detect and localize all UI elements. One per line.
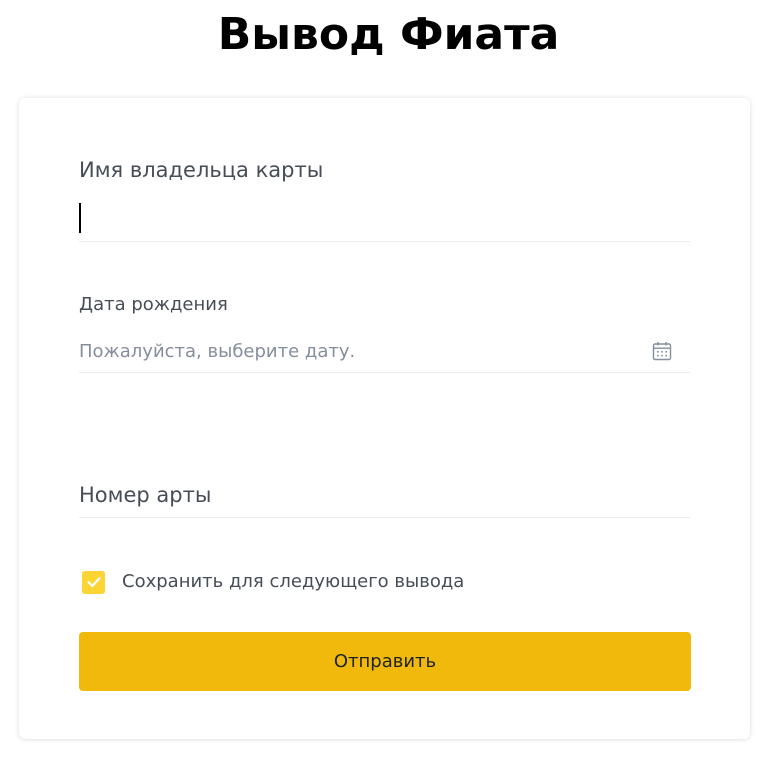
birth-date-field[interactable]: Дата рождения Пожалуйста, выберите дату.	[79, 292, 690, 374]
calendar-icon[interactable]	[652, 341, 672, 361]
cardholder-name-underline	[79, 241, 690, 242]
birth-date-placeholder: Пожалуйста, выберите дату.	[79, 341, 356, 362]
birth-date-underline	[79, 372, 690, 373]
save-for-next-checkbox-row[interactable]: Сохранить для следующего вывода	[82, 570, 464, 594]
card-number-field[interactable]: Номер арты	[79, 480, 690, 518]
card-number-label: Номер арты	[79, 483, 212, 507]
cardholder-name-field[interactable]: Имя владельца карты	[79, 155, 690, 242]
page: Вывод Фиата Имя владельца карты Дата рож…	[0, 0, 777, 766]
check-icon	[86, 577, 101, 588]
withdraw-form-card: Имя владельца карты Дата рождения Пожалу…	[19, 98, 750, 739]
text-cursor	[79, 203, 81, 233]
cardholder-name-label: Имя владельца карты	[79, 158, 324, 182]
page-title: Вывод Фиата	[217, 9, 560, 60]
save-for-next-checkbox[interactable]	[82, 570, 105, 594]
submit-button[interactable]: Отправить	[79, 632, 691, 691]
save-for-next-label: Сохранить для следующего вывода	[122, 571, 465, 592]
birth-date-label: Дата рождения	[79, 294, 228, 315]
card-number-underline	[79, 517, 690, 518]
